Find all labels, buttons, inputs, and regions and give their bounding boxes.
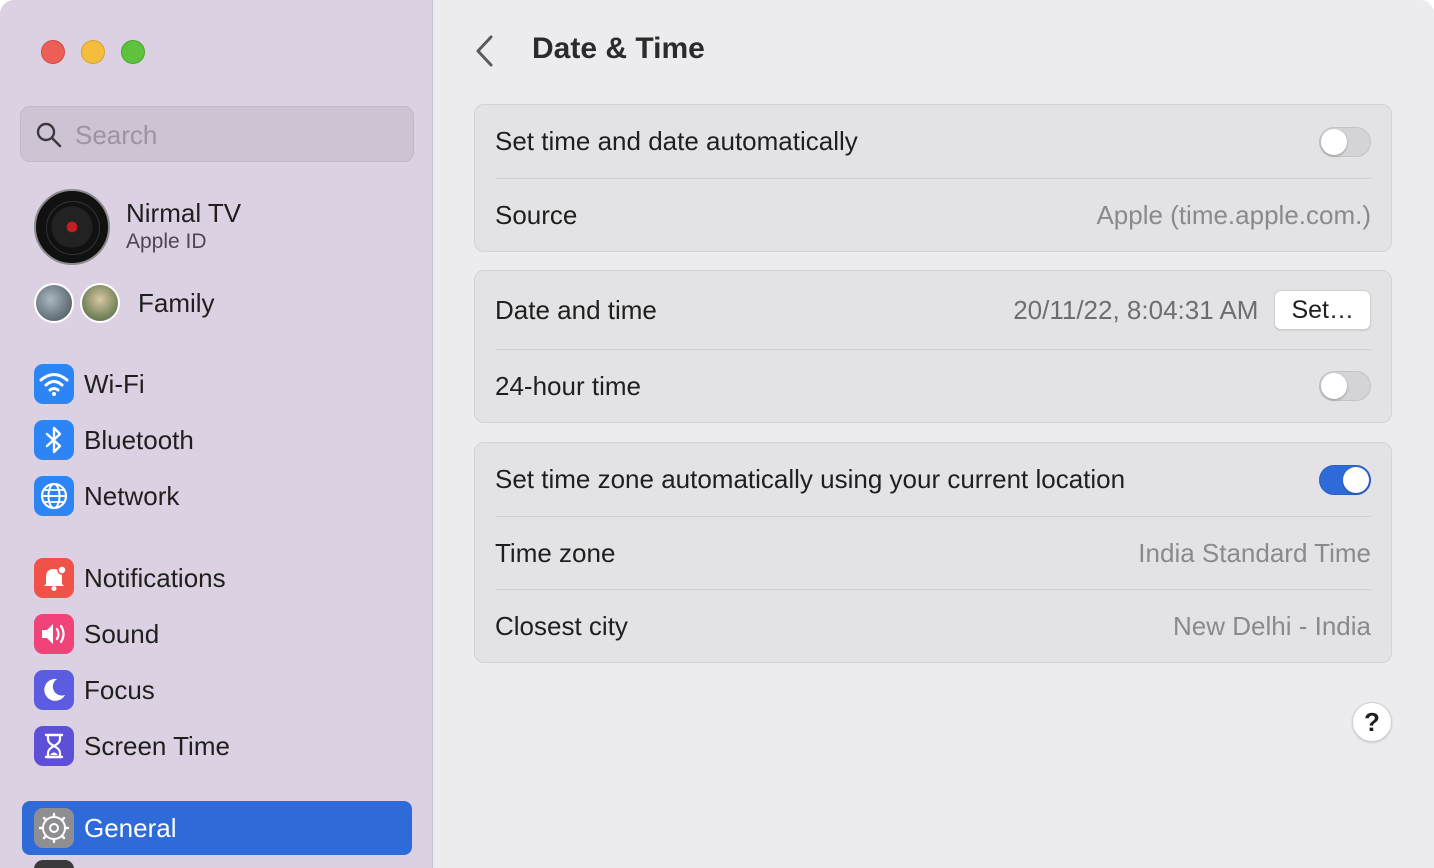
close-window-button[interactable] bbox=[41, 40, 65, 64]
zoom-window-button[interactable] bbox=[121, 40, 145, 64]
sidebar-item-label: Notifications bbox=[84, 562, 226, 593]
setting-row-date-and-time: Date and time 20/11/22, 8:04:31 AM Set… bbox=[495, 271, 1371, 349]
minimize-window-button[interactable] bbox=[81, 40, 105, 64]
setting-label: Source bbox=[495, 199, 578, 230]
search-input[interactable] bbox=[75, 115, 395, 155]
toggle-knob bbox=[1321, 373, 1347, 399]
auto-time-toggle[interactable] bbox=[1319, 126, 1371, 157]
wifi-icon bbox=[34, 364, 74, 404]
family-member-avatar bbox=[34, 283, 74, 323]
hourglass-icon bbox=[34, 726, 74, 766]
sidebar-item-label: Sound bbox=[84, 618, 160, 649]
setting-label: 24-hour time bbox=[495, 370, 641, 401]
setting-label: Set time and date automatically bbox=[495, 126, 858, 156]
setting-label: Set time zone automatically using your c… bbox=[495, 464, 1126, 494]
setting-label: Date and time bbox=[495, 294, 657, 325]
main-content: Date & Time Set time and date automatica… bbox=[434, 0, 1434, 868]
bluetooth-icon bbox=[34, 420, 74, 460]
help-button[interactable]: ? bbox=[1352, 702, 1392, 742]
back-button[interactable] bbox=[472, 34, 498, 73]
date-time-controls: 20/11/22, 8:04:31 AM Set… bbox=[1013, 290, 1371, 330]
sidebar-item-label: Screen Time bbox=[84, 730, 230, 761]
chevron-left-icon bbox=[476, 35, 493, 67]
sidebar-item-label: Wi-Fi bbox=[84, 368, 145, 399]
toggle-knob bbox=[1321, 128, 1347, 155]
setting-row-time-zone: Time zone India Standard Time bbox=[495, 516, 1371, 589]
sidebar-item-label: Network bbox=[84, 480, 180, 511]
sidebar-item-screen-time[interactable]: Screen Time bbox=[22, 719, 412, 773]
sidebar-item-general[interactable]: General bbox=[22, 801, 412, 855]
account-subtitle: Apple ID bbox=[126, 230, 207, 253]
current-date-time-value: 20/11/22, 8:04:31 AM bbox=[1013, 294, 1259, 325]
sidebar-item-label: Focus bbox=[84, 674, 155, 705]
settings-group-date-time: Date and time 20/11/22, 8:04:31 AM Set… … bbox=[474, 270, 1392, 423]
speaker-icon bbox=[34, 614, 74, 654]
setting-row-24-hour-time: 24-hour time bbox=[495, 349, 1371, 422]
sidebar: Nirmal TV Apple ID Family Wi-Fi bbox=[0, 0, 433, 868]
sidebar-item-notifications[interactable]: Notifications bbox=[22, 551, 412, 605]
time-zone-value: India Standard Time bbox=[1138, 537, 1371, 568]
moon-icon bbox=[34, 670, 74, 710]
gear-icon bbox=[34, 808, 74, 848]
settings-group-time-zone: Set time zone automatically using your c… bbox=[474, 442, 1392, 663]
setting-row-source: Source Apple (time.apple.com.) bbox=[495, 178, 1371, 251]
family-member-avatar bbox=[80, 283, 120, 323]
search-icon bbox=[36, 122, 62, 148]
window-controls bbox=[41, 40, 145, 64]
family-label: Family bbox=[138, 287, 215, 318]
sidebar-item-wifi[interactable]: Wi-Fi bbox=[22, 357, 412, 411]
apple-id-account[interactable]: Nirmal TV Apple ID bbox=[34, 189, 241, 265]
24-hour-time-toggle[interactable] bbox=[1319, 371, 1371, 401]
toggle-knob bbox=[1343, 466, 1369, 493]
closest-city-value: New Delhi - India bbox=[1173, 610, 1371, 641]
search-field[interactable] bbox=[20, 106, 414, 162]
avatar bbox=[34, 189, 110, 265]
page-title: Date & Time bbox=[532, 32, 705, 65]
sidebar-item-label: General bbox=[84, 812, 177, 843]
settings-group-automatic-time: Set time and date automatically Source A… bbox=[474, 104, 1392, 252]
sidebar-item-bluetooth[interactable]: Bluetooth bbox=[22, 413, 412, 467]
sidebar-item-family[interactable]: Family bbox=[34, 283, 215, 323]
sidebar-item-label: Bluetooth bbox=[84, 424, 194, 455]
bell-icon bbox=[34, 558, 74, 598]
set-date-time-button[interactable]: Set… bbox=[1274, 290, 1371, 330]
settings-window: Nirmal TV Apple ID Family Wi-Fi bbox=[0, 0, 1434, 868]
setting-label: Closest city bbox=[495, 610, 628, 641]
sidebar-item-focus[interactable]: Focus bbox=[22, 663, 412, 717]
setting-row-auto-time: Set time and date automatically bbox=[495, 105, 1371, 178]
account-text: Nirmal TV Apple ID bbox=[126, 198, 241, 256]
auto-time-zone-toggle[interactable] bbox=[1319, 464, 1371, 495]
setting-label: Time zone bbox=[495, 537, 616, 568]
sidebar-item-next-icon bbox=[34, 860, 74, 868]
globe-icon bbox=[34, 476, 74, 516]
account-name: Nirmal TV bbox=[126, 198, 242, 228]
sidebar-item-network[interactable]: Network bbox=[22, 469, 412, 523]
source-value: Apple (time.apple.com.) bbox=[1096, 199, 1371, 230]
sidebar-item-sound[interactable]: Sound bbox=[22, 607, 412, 661]
setting-row-closest-city: Closest city New Delhi - India bbox=[495, 589, 1371, 662]
setting-row-auto-time-zone: Set time zone automatically using your c… bbox=[495, 443, 1371, 516]
